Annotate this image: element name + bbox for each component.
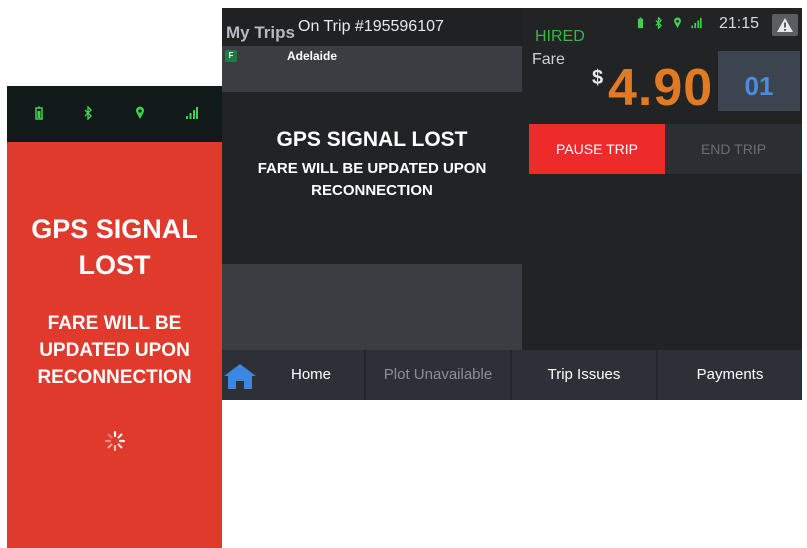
phone-status-bar (7, 86, 222, 142)
pause-trip-button[interactable]: PAUSE TRIP (529, 124, 665, 174)
phone-title-line: LOST (78, 250, 151, 280)
warning-icon (777, 18, 793, 32)
currency-symbol: $ (592, 67, 604, 89)
warning-button[interactable] (772, 14, 798, 36)
tile-number: 01 (744, 71, 774, 101)
battery-icon (35, 106, 43, 122)
nav-payments[interactable]: Payments (658, 350, 802, 400)
phone-title-line: GPS SIGNAL (31, 214, 198, 244)
bottom-nav: Home Plot Unavailable Trip Issues Paymen… (222, 350, 802, 400)
location-icon (135, 106, 145, 122)
phone-alert-message: FARE WILL BE UPDATED UPON RECONNECTION (7, 310, 222, 391)
fare-amount: 4.90 (608, 59, 714, 117)
nav-trip-issues[interactable]: Trip Issues (512, 350, 656, 400)
clock: 21:15 (719, 15, 760, 32)
end-trip-button[interactable]: END TRIP (665, 124, 802, 174)
nav-plot-unavailable[interactable]: Plot Unavailable (366, 350, 510, 400)
tablet-overlay: 21:15 HIRED Fare $ 4.90 01 PAUSE TRIP EN… (222, 8, 802, 400)
phone-sub-line: UPDATED UPON (39, 340, 190, 361)
bluetooth-icon (83, 105, 93, 122)
loading-spinner-icon (103, 429, 127, 453)
trip-status: HIRED (535, 28, 585, 45)
signal-icon (186, 106, 198, 122)
phone-sub-line: RECONNECTION (37, 367, 192, 388)
phone-screen: GPS SIGNAL LOST FARE WILL BE UPDATED UPO… (7, 86, 222, 548)
phone-alert-title: GPS SIGNAL LOST (7, 211, 222, 283)
fare-label: Fare (532, 51, 565, 68)
fare-tile[interactable]: 01 (718, 51, 800, 111)
nav-home[interactable]: Home (258, 350, 364, 400)
phone-sub-line: FARE WILL BE (47, 313, 182, 334)
home-icon[interactable] (222, 362, 258, 390)
